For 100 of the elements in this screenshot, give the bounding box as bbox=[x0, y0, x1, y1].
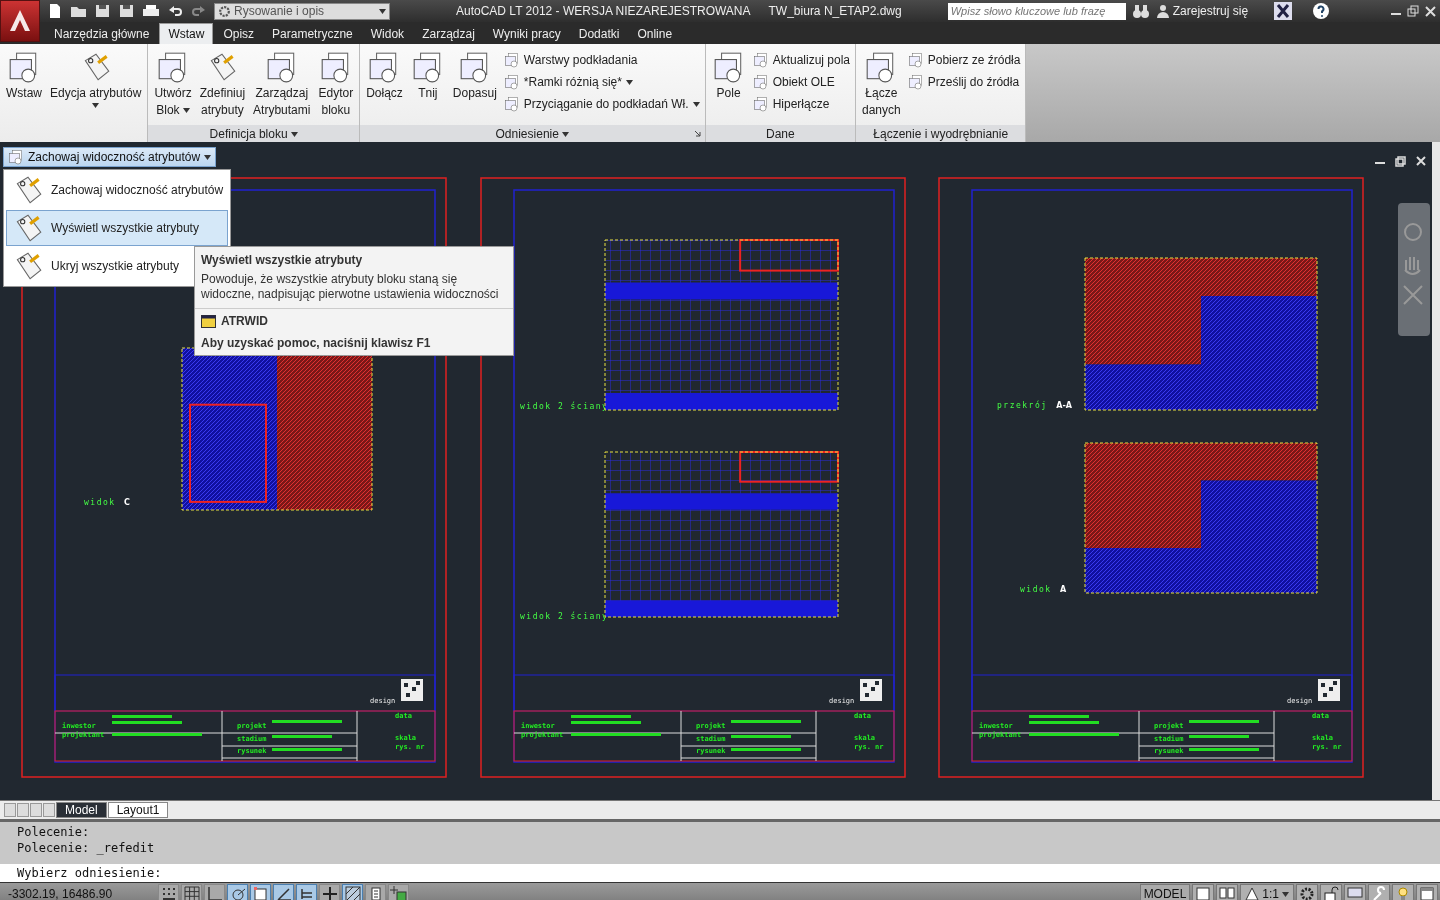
ribbon-small-button[interactable]: *Ramki różnią się* bbox=[502, 73, 701, 91]
ribbon-tab[interactable]: Opisz bbox=[215, 24, 263, 44]
sheet-icon bbox=[907, 74, 924, 90]
status-toggle[interactable] bbox=[227, 884, 248, 900]
exchange-icon[interactable] bbox=[1274, 2, 1293, 20]
ribbon-button[interactable]: Wstaw bbox=[4, 48, 44, 125]
ribbon-small-button[interactable]: Warstwy podkładania bbox=[502, 51, 701, 69]
status-toggle[interactable] bbox=[204, 884, 225, 900]
ribbon-small-button[interactable]: Obiekt OLE bbox=[751, 73, 851, 91]
ribbon-button[interactable]: Edytor bloku bbox=[316, 48, 356, 125]
ribbon-small-button[interactable]: Hiperłącze bbox=[751, 95, 851, 113]
sheet-icon bbox=[503, 96, 520, 112]
ribbon-small-button[interactable]: Przyciąganie do podkładań Wł. bbox=[502, 95, 701, 113]
sheet-icon bbox=[907, 52, 924, 68]
status-toggle[interactable] bbox=[296, 884, 317, 900]
person-icon bbox=[1155, 4, 1170, 18]
status-button[interactable] bbox=[1368, 884, 1390, 900]
save-icon[interactable] bbox=[94, 3, 112, 19]
viewports-icon bbox=[1219, 887, 1236, 900]
status-toggle[interactable] bbox=[181, 884, 202, 900]
tooltip-description: Powoduje, że wszystkie atrybuty bloku staną się widoczne, nadpisując pierwotne ustawienia widoczności bbox=[201, 272, 500, 302]
ribbon-small-button[interactable]: Pobierz ze źródła bbox=[906, 51, 1022, 69]
command-prompt[interactable]: Wybierz odniesienie: bbox=[17, 866, 162, 880]
ribbon-small-button[interactable]: Aktualizuj pola bbox=[751, 51, 851, 69]
ribbon-button[interactable]: Utwórz Blok bbox=[152, 48, 194, 125]
annotation-scale-button[interactable]: 1:1 bbox=[1240, 884, 1294, 900]
restore-icon[interactable] bbox=[1395, 156, 1406, 167]
caret-icon bbox=[204, 154, 212, 160]
close-icon[interactable] bbox=[1425, 5, 1436, 17]
clean-screen-button[interactable] bbox=[1416, 884, 1438, 900]
ribbon-button[interactable]: Dopasuj bbox=[450, 48, 499, 125]
search-field[interactable]: Wpisz słowo kluczowe lub frazę bbox=[947, 2, 1126, 20]
scroll-bar[interactable] bbox=[1432, 142, 1440, 800]
ribbon-button[interactable]: Zdefiniuj atrybuty bbox=[197, 48, 248, 125]
sheet-icon bbox=[752, 52, 769, 68]
ribbon-tab[interactable]: Narzędzia główne bbox=[46, 24, 158, 44]
restore-icon[interactable] bbox=[1407, 5, 1419, 17]
status-button[interactable] bbox=[1320, 884, 1342, 900]
ribbon-button[interactable]: Tnij bbox=[408, 48, 447, 125]
ribbon-tab[interactable]: Zarządzaj bbox=[414, 24, 483, 44]
space-label[interactable]: MODEL bbox=[1139, 884, 1191, 900]
viewports-button[interactable] bbox=[1216, 884, 1239, 900]
status-toggle[interactable] bbox=[388, 884, 409, 900]
application-button[interactable] bbox=[0, 0, 40, 42]
status-toggle[interactable] bbox=[250, 884, 271, 900]
status-toggle[interactable] bbox=[342, 884, 363, 900]
binoculars-icon[interactable] bbox=[1131, 3, 1150, 19]
ribbon-button[interactable]: Edycja atrybutów bbox=[48, 48, 144, 125]
ribbon-button[interactable]: Zarządzaj Atrybutami bbox=[251, 48, 313, 125]
status-toggle[interactable] bbox=[273, 884, 294, 900]
ribbon-small-button[interactable]: Prześlij do źródła bbox=[906, 73, 1022, 91]
sheet-icon bbox=[503, 74, 520, 90]
file-name: TW_biura N_ETAP2.dwg bbox=[768, 4, 902, 18]
hatch-icon bbox=[343, 885, 362, 900]
layers-icon bbox=[389, 885, 408, 900]
status-button[interactable] bbox=[1392, 884, 1414, 900]
caret-icon bbox=[379, 8, 386, 14]
ribbon-tab[interactable]: Widok bbox=[362, 24, 413, 44]
status-toggle[interactable] bbox=[319, 884, 340, 900]
ribbon-tab[interactable]: Parametryczne bbox=[264, 24, 361, 44]
status-toggle[interactable] bbox=[158, 884, 179, 900]
logo-icon bbox=[7, 8, 33, 34]
menu-item[interactable]: Ukryj wszystkie atrybuty bbox=[6, 248, 185, 284]
coordinates: -3302.19, 16486.90 bbox=[7, 887, 114, 900]
status-button[interactable] bbox=[1296, 884, 1318, 900]
layout-tab[interactable]: Layout1 bbox=[107, 802, 169, 818]
wrench-icon bbox=[1371, 886, 1387, 900]
window-icon bbox=[1420, 887, 1434, 900]
gear-icon bbox=[1299, 886, 1315, 900]
ribbon-button[interactable]: Dołącz bbox=[364, 48, 405, 125]
printer-icon[interactable] bbox=[142, 3, 160, 19]
view-label: widok bbox=[1020, 585, 1052, 594]
close-icon[interactable] bbox=[1416, 156, 1426, 166]
command-history-line: Polecenie: bbox=[17, 825, 91, 839]
command-history-line: Polecenie: _refedit bbox=[17, 841, 156, 855]
panel-title[interactable]: Odniesienie bbox=[495, 126, 570, 141]
caret-icon bbox=[1282, 891, 1289, 897]
layout-view-button[interactable] bbox=[1192, 884, 1215, 900]
command-name: ATRWID bbox=[221, 314, 268, 328]
layout-tab[interactable]: Model bbox=[56, 802, 107, 818]
arrow-icon[interactable] bbox=[693, 130, 701, 137]
menu-item[interactable]: Wyświetl wszystkie atrybuty bbox=[6, 210, 229, 246]
panel-title[interactable]: Dane bbox=[765, 126, 795, 141]
status-toggle[interactable] bbox=[365, 884, 386, 900]
ribbon-button[interactable]: Pole bbox=[709, 48, 748, 125]
ribbon-tab[interactable]: Wyniki pracy bbox=[484, 24, 569, 44]
ribbon-button[interactable]: Łącze danych bbox=[860, 48, 903, 125]
ribbon-tab[interactable]: Dodatki bbox=[570, 24, 628, 44]
attribute-visibility-dropdown[interactable]: Zachowaj widoczność atrybutów bbox=[3, 147, 217, 167]
square-icon bbox=[251, 885, 270, 900]
save-as-icon[interactable] bbox=[118, 3, 136, 19]
workspace-dropdown[interactable]: Rysowanie i opis bbox=[214, 2, 390, 20]
sign-in-link[interactable]: Zarejestruj się bbox=[1155, 4, 1249, 18]
view-tag: C bbox=[124, 498, 130, 507]
ribbon-tab[interactable]: Wstaw bbox=[159, 23, 214, 44]
menu-item[interactable]: Zachowaj widoczność atrybutów bbox=[6, 172, 229, 208]
help-icon[interactable] bbox=[1312, 2, 1331, 20]
ribbon-tab[interactable]: Online bbox=[629, 24, 681, 44]
logo-icon bbox=[1318, 679, 1340, 701]
status-button[interactable] bbox=[1344, 884, 1366, 900]
